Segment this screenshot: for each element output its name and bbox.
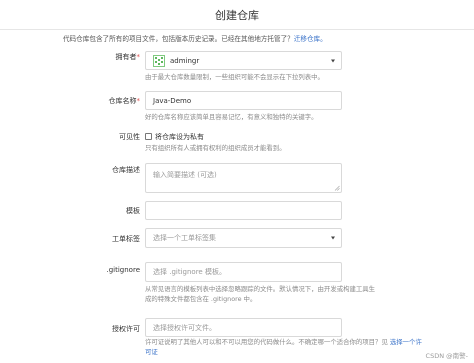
identicon-icon [155, 57, 163, 65]
description-placeholder: 输入简要描述 (可选) [153, 171, 217, 179]
intro-description: 代码仓库包含了所有的项目文件，包括版本历史记录。已经在其他地方托管了？ [63, 35, 294, 43]
license-select[interactable]: 选择授权许可文件。 [145, 318, 342, 337]
template-select[interactable] [145, 201, 342, 220]
owner-help: 由于最大仓库数量限制，一些组织可能不会显示在下拉列表中。 [145, 73, 324, 81]
visibility-help: 只有组织所有人或拥有权利的组织成员才能看到。 [145, 144, 286, 152]
repo-name-required-mark: * [136, 97, 141, 105]
gitignore-help: 从常见语言的模板列表中选择忽略跟踪的文件。默认情况下，由开发或构建工具生 成的特… [145, 285, 420, 304]
owner-select[interactable]: admingr [145, 51, 342, 70]
owner-avatar [153, 55, 165, 67]
owner-required-mark: * [136, 53, 141, 61]
repo-name-label-text: 仓库名称 [108, 97, 137, 105]
intro-text: 代码仓库包含了所有的项目文件，包括版本历史记录。已经在其他地方托管了？迁移仓库。 [63, 33, 463, 43]
repo-name-help: 好的仓库名称应该简单且容易记忆，有意义和独特的关键字。 [145, 113, 318, 121]
owner-value: admingr [170, 56, 200, 65]
issue-labels-placeholder: 选择一个工单标签集 [153, 234, 216, 242]
license-help: 许可证说明了其他人可以和不可以用您的代码做什么。不确定哪一个适合你的项目？见 选… [145, 338, 425, 357]
license-label: 授权许可 [112, 325, 140, 333]
chevron-down-icon [331, 59, 335, 62]
repo-name-input[interactable]: Java-Demo [145, 91, 342, 110]
private-checkbox[interactable] [145, 133, 152, 140]
issue-labels-select[interactable]: 选择一个工单标签集 [145, 228, 342, 248]
license-help-text: 许可证说明了其他人可以和不可以用您的代码做什么。不确定哪一个适合你的项目？见 [145, 338, 388, 346]
gitignore-help-line2: 成的特殊文件都包含在 .gitignore 中。 [145, 294, 257, 303]
description-label: 仓库描述 [112, 166, 140, 174]
chevron-down-icon [331, 236, 335, 240]
description-textarea[interactable]: 输入简要描述 (可选) [145, 163, 342, 193]
csdn-watermark: CSDN @南警- [425, 352, 468, 360]
page-header: 创建仓库 [0, 0, 474, 30]
owner-label-text: 拥有者 [115, 53, 137, 61]
gitignore-select[interactable]: 选择 .gitignore 模板。 [145, 262, 342, 282]
license-placeholder: 选择授权许可文件。 [153, 323, 216, 332]
migrate-repo-link[interactable]: 迁移仓库。 [294, 35, 327, 43]
visibility-label: 可见性 [119, 133, 140, 141]
owner-label: 拥有者* [80, 52, 141, 62]
resize-handle-icon[interactable] [334, 185, 340, 191]
gitignore-label: .gitignore [106, 266, 141, 274]
template-label: 模板 [126, 207, 140, 215]
gitignore-help-line1: 从常见语言的模板列表中选择忽略跟踪的文件。默认情况下，由开发或构建工具生 [145, 285, 376, 293]
private-checkbox-label[interactable]: 将仓库设为私有 [155, 132, 204, 142]
repo-name-label: 仓库名称* [80, 96, 141, 106]
issue-labels-label: 工单标签 [112, 235, 140, 243]
page-title: 创建仓库 [215, 9, 259, 22]
repo-name-value: Java-Demo [153, 96, 192, 105]
gitignore-placeholder: 选择 .gitignore 模板。 [153, 268, 226, 276]
